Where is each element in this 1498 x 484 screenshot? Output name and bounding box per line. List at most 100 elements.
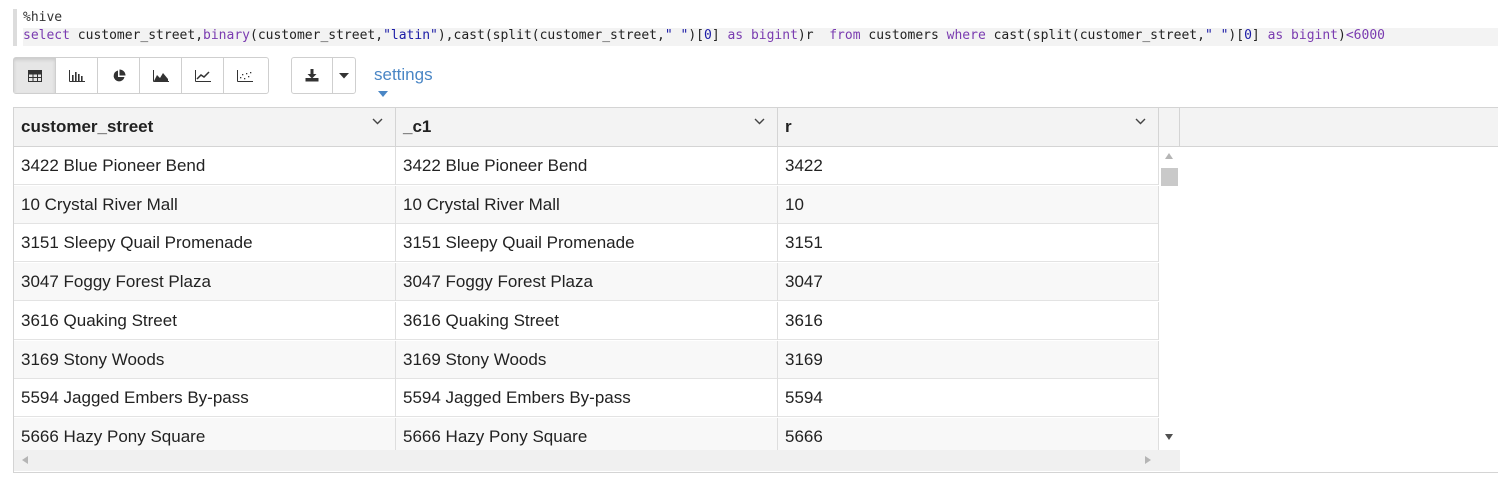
table-view-button[interactable] (14, 58, 56, 93)
line-chart-button[interactable] (182, 58, 224, 93)
cell-customer-street[interactable]: 5594 Jagged Embers By-pass (14, 379, 396, 418)
scrollbar-thumb[interactable] (1161, 168, 1178, 186)
column-header-r[interactable]: r (778, 108, 1159, 146)
column-header-spacer (1159, 108, 1180, 146)
download-dropdown-toggle[interactable] (333, 58, 355, 93)
download-button-group (291, 57, 356, 94)
scatter-chart-icon (237, 69, 253, 82)
download-icon (305, 69, 319, 82)
editor-gutter (13, 9, 17, 46)
cell-r[interactable]: 3151 (778, 224, 1159, 263)
table-row[interactable]: 3169 Stony Woods 3169 Stony Woods 3169 (14, 340, 1159, 379)
cell-c1[interactable]: 10 Crystal River Mall (396, 185, 778, 224)
sql-token: binary (203, 28, 250, 43)
cell-c1[interactable]: 3047 Foggy Forest Plaza (396, 263, 778, 302)
table-row[interactable]: 3422 Blue Pioneer Bend 3422 Blue Pioneer… (14, 147, 1159, 185)
cell-c1[interactable]: 5666 Hazy Pony Square (396, 417, 778, 450)
caret-down-icon (378, 91, 388, 97)
caret-down-icon (339, 72, 349, 78)
table-row[interactable]: 5666 Hazy Pony Square 5666 Hazy Pony Squ… (14, 417, 1159, 450)
column-header-c1[interactable]: _c1 (396, 108, 778, 146)
sql-token: ),cast(split(customer_street, (437, 28, 665, 43)
scroll-right-arrow-icon[interactable] (1145, 456, 1151, 464)
column-header-label: customer_street (21, 117, 154, 136)
sql-token: ] (1251, 28, 1268, 43)
sql-token: bigint (1291, 28, 1339, 43)
cell-r[interactable]: 3047 (778, 263, 1159, 302)
cell-customer-street[interactable]: 5666 Hazy Pony Square (14, 417, 396, 450)
column-header-label: r (785, 117, 792, 136)
scroll-left-arrow-icon[interactable] (22, 456, 28, 464)
column-header-customer-street[interactable]: customer_street (14, 108, 396, 146)
cell-customer-street[interactable]: 3047 Foggy Forest Plaza (14, 263, 396, 302)
column-header-label: _c1 (403, 117, 432, 136)
sql-token: )r (797, 28, 830, 43)
code-editor[interactable]: %hive select customer_street,binary(cust… (13, 9, 1498, 46)
settings-dropdown[interactable]: settings (374, 65, 433, 105)
cell-c1[interactable]: 3422 Blue Pioneer Bend (396, 147, 778, 185)
table-row[interactable]: 10 Crystal River Mall 10 Crystal River M… (14, 185, 1159, 224)
sql-token: cast(split(customer_street, (985, 28, 1205, 43)
scroll-down-arrow-icon[interactable] (1165, 434, 1173, 440)
cell-r[interactable]: 3616 (778, 301, 1159, 340)
cell-r[interactable]: 5594 (778, 379, 1159, 418)
cell-c1[interactable]: 3151 Sleepy Quail Promenade (396, 224, 778, 263)
pie-chart-button[interactable] (98, 58, 140, 93)
horizontal-scrollbar[interactable] (14, 450, 1180, 471)
table-row[interactable]: 3616 Quaking Street 3616 Quaking Street … (14, 301, 1159, 340)
pie-chart-icon (113, 69, 125, 81)
cell-c1[interactable]: 5594 Jagged Embers By-pass (396, 379, 778, 418)
cell-r[interactable]: 10 (778, 185, 1159, 224)
sql-token: <6000 (1345, 28, 1385, 43)
chevron-down-icon[interactable] (1135, 118, 1146, 125)
editor-line-interpreter[interactable]: %hive (23, 10, 62, 25)
cell-customer-street[interactable]: 10 Crystal River Mall (14, 185, 396, 224)
grid-header: customer_street _c1 r (14, 108, 1498, 147)
sql-token: (customer_street, (250, 28, 384, 43)
table-icon (27, 69, 42, 82)
scatter-chart-button[interactable] (224, 58, 266, 93)
visualization-button-group (13, 57, 269, 94)
settings-label: settings (374, 65, 433, 84)
line-chart-icon (194, 69, 211, 82)
chevron-down-icon[interactable] (372, 118, 383, 125)
download-button[interactable] (292, 58, 333, 93)
cell-customer-street[interactable]: 3151 Sleepy Quail Promenade (14, 224, 396, 263)
sql-token: bigint (750, 28, 798, 43)
sql-token: 0 (703, 28, 712, 43)
sql-token: ) (1338, 28, 1346, 43)
cell-customer-street[interactable]: 3422 Blue Pioneer Bend (14, 147, 396, 185)
sql-token: as (1267, 28, 1284, 43)
area-chart-button[interactable] (140, 58, 182, 93)
sql-token: " " (664, 28, 689, 43)
grid-body: 3422 Blue Pioneer Bend 3422 Blue Pioneer… (14, 147, 1159, 450)
sql-token: where (946, 28, 986, 43)
cell-customer-street[interactable]: 3616 Quaking Street (14, 301, 396, 340)
chevron-down-icon[interactable] (754, 118, 765, 125)
sql-token: )[ (688, 28, 704, 43)
bar-chart-icon (68, 69, 85, 82)
sql-token: customer_street, (69, 28, 204, 43)
cell-r[interactable]: 3169 (778, 340, 1159, 379)
scroll-up-arrow-icon[interactable] (1165, 153, 1173, 159)
sql-token: customers (860, 28, 947, 43)
table-row[interactable]: 3047 Foggy Forest Plaza 3047 Foggy Fores… (14, 263, 1159, 302)
sql-token: ] (711, 28, 728, 43)
sql-token: )[ (1228, 28, 1245, 43)
bar-chart-button[interactable] (56, 58, 98, 93)
table-row[interactable]: 3151 Sleepy Quail Promenade 3151 Sleepy … (14, 224, 1159, 263)
cell-c1[interactable]: 3169 Stony Woods (396, 340, 778, 379)
table-row[interactable]: 5594 Jagged Embers By-pass 5594 Jagged E… (14, 379, 1159, 418)
area-chart-icon (152, 69, 169, 82)
cell-r[interactable]: 3422 (778, 147, 1159, 185)
cell-customer-street[interactable]: 3169 Stony Woods (14, 340, 396, 379)
sql-token: "latin" (383, 28, 438, 43)
vertical-scrollbar[interactable] (1159, 147, 1180, 450)
cell-c1[interactable]: 3616 Quaking Street (396, 301, 778, 340)
editor-line-query[interactable]: select customer_street,binary(customer_s… (23, 28, 1498, 46)
sql-token: from (829, 28, 861, 43)
cell-r[interactable]: 5666 (778, 417, 1159, 450)
sql-token: 0 (1244, 28, 1252, 43)
